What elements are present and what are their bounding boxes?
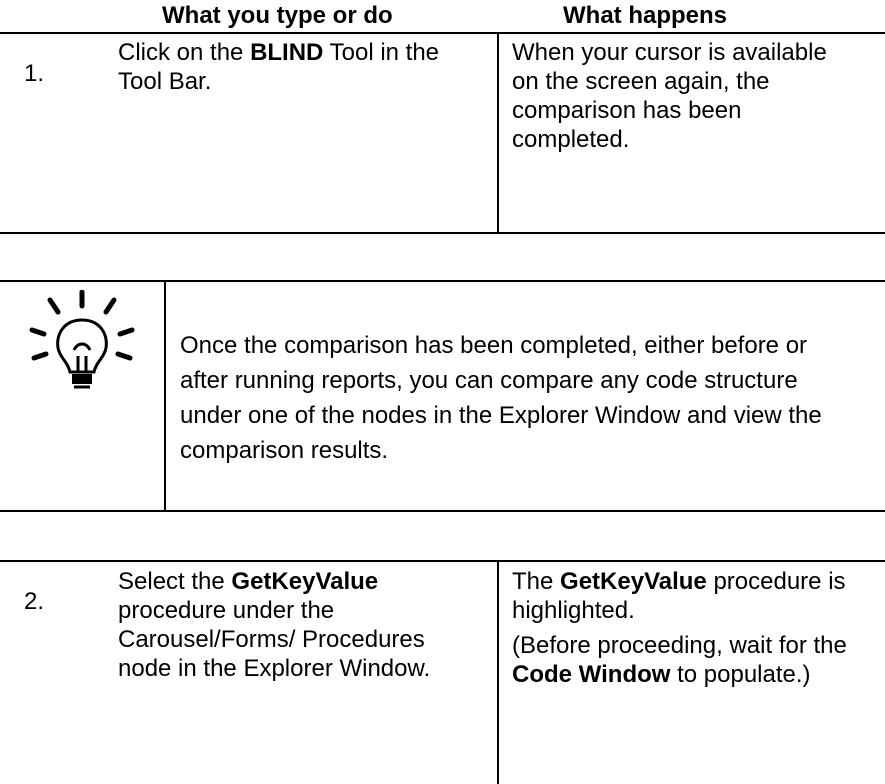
row-divider bbox=[0, 560, 885, 562]
tip-bottom-border bbox=[0, 510, 885, 512]
result-line-2: (Before proceeding, wait for the Code Wi… bbox=[512, 632, 847, 688]
step-number: 2. bbox=[24, 588, 45, 615]
row-divider bbox=[0, 232, 885, 234]
lightbulb-icon bbox=[28, 289, 138, 407]
step2-result: The GetKeyValue procedure is highlighted… bbox=[512, 567, 852, 689]
step1-action: Click on the BLIND Tool in the Tool Bar. bbox=[118, 39, 440, 95]
tool-name: BLIND bbox=[250, 39, 324, 66]
header-divider bbox=[0, 32, 885, 34]
step-number: 1. bbox=[24, 60, 45, 87]
result-line-1: The GetKeyValue procedure is highlighted… bbox=[512, 568, 846, 624]
procedure-name: GetKeyValue bbox=[231, 568, 379, 595]
column-divider bbox=[497, 34, 499, 232]
tip-top-border bbox=[0, 280, 885, 282]
step1-result: When your cursor is available on the scr… bbox=[512, 39, 827, 153]
step2-action: Select the GetKeyValue procedure under t… bbox=[118, 568, 431, 682]
header-result: What happens bbox=[563, 2, 728, 29]
tip-text: Once the comparison has been completed, … bbox=[180, 332, 822, 464]
tip-divider bbox=[164, 282, 166, 510]
column-divider bbox=[497, 562, 499, 784]
header-action: What you type or do bbox=[162, 2, 393, 29]
